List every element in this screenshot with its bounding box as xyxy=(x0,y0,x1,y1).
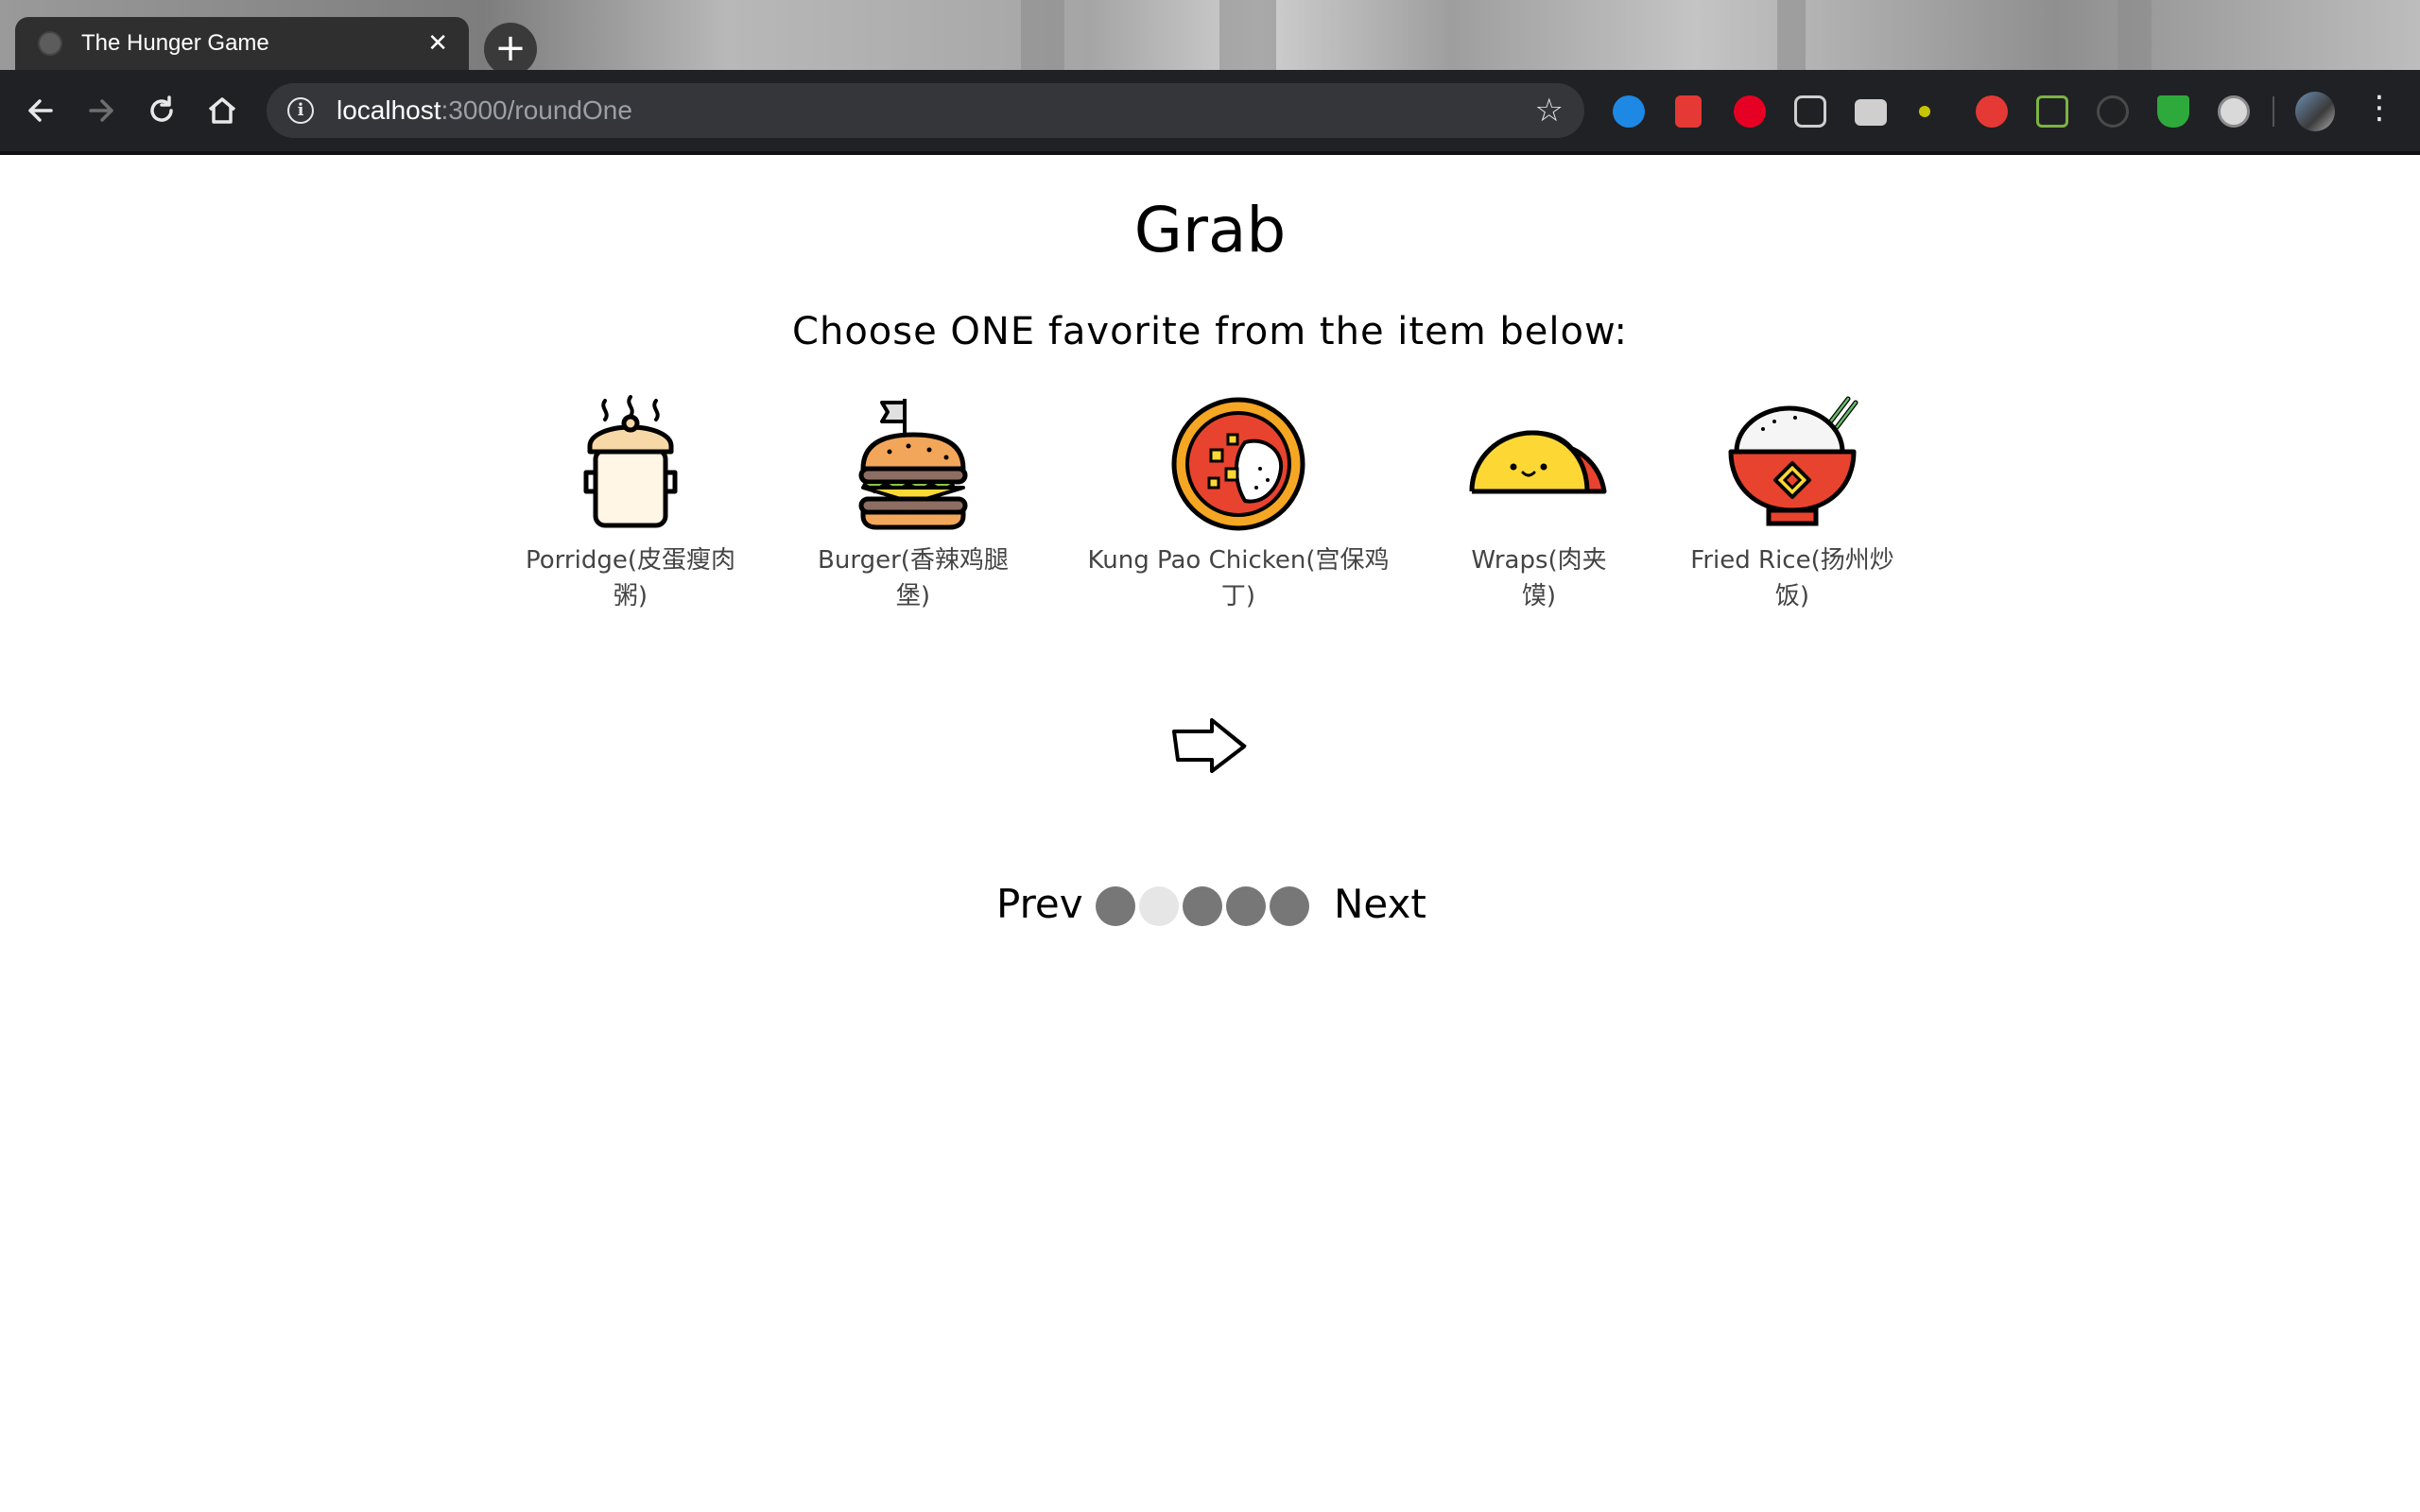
shield-icon[interactable] xyxy=(2157,95,2189,128)
forward-arrow-icon xyxy=(89,99,113,122)
food-label-line: 馍) xyxy=(1521,582,1557,610)
page-dot-5[interactable] xyxy=(1270,886,1309,926)
food-label: Burger(香辣鸡腿 堡) xyxy=(802,542,1025,614)
new-tab-button[interactable]: + xyxy=(484,23,537,70)
tab-strip: The Hunger Game ✕ + xyxy=(0,0,2420,70)
food-choice-list: Porridge(皮蛋瘦肉 粥) Burger(香辣鸡腿 堡) Kung Pao… xyxy=(0,393,2420,639)
browser-toolbar: i localhost:3000/roundOne ☆ ⋮ xyxy=(0,70,2420,155)
food-label-line: Kung Pao Chicken(宫保鸡 xyxy=(1087,546,1390,575)
food-label-line: Fried Rice(扬州炒 xyxy=(1690,546,1894,575)
prev-button[interactable]: Prev xyxy=(996,881,1083,927)
food-label-line: 饭) xyxy=(1774,582,1810,610)
food-option-porridge[interactable]: Porridge(皮蛋瘦肉 粥) xyxy=(510,393,751,614)
next-arrow-icon[interactable] xyxy=(1168,713,1252,781)
profile-avatar[interactable] xyxy=(2295,92,2335,131)
adblock-icon[interactable] xyxy=(1976,95,2008,128)
pocket-icon[interactable] xyxy=(1794,95,1826,128)
background-tree xyxy=(1777,0,1806,70)
toolbar-separator xyxy=(2273,96,2274,127)
browser-menu-icon[interactable]: ⋮ xyxy=(2363,89,2395,127)
bank-extension-icon[interactable] xyxy=(1613,95,1645,128)
food-label: Porridge(皮蛋瘦肉 粥) xyxy=(510,542,751,614)
forward-button[interactable] xyxy=(79,89,123,132)
food-label: Wraps(肉夹 馍) xyxy=(1454,542,1624,614)
page-dot-2[interactable] xyxy=(1139,886,1179,926)
bookmark-star-icon[interactable]: ☆ xyxy=(1535,92,1564,129)
reload-icon xyxy=(150,95,173,122)
page-dot-1[interactable] xyxy=(1096,886,1135,926)
food-label-line: Porridge(皮蛋瘦肉 xyxy=(526,546,735,575)
url-host: localhost xyxy=(337,95,441,125)
browser-tab[interactable]: The Hunger Game ✕ xyxy=(15,17,469,70)
background-tree xyxy=(2118,0,2152,70)
food-label-line: Wraps(肉夹 xyxy=(1471,546,1607,575)
reload-button[interactable] xyxy=(140,89,183,132)
home-icon xyxy=(208,97,236,124)
stopwatch-icon[interactable] xyxy=(2097,95,2129,128)
url-text[interactable]: localhost:3000/roundOne xyxy=(337,95,1535,126)
food-option-fried-rice[interactable]: Fried Rice(扬州炒 饭) xyxy=(1681,393,1904,614)
instruction-text: Choose ONE favorite from the item below: xyxy=(792,310,1628,353)
nodejs-icon[interactable] xyxy=(2036,95,2068,128)
food-option-kung-pao-chicken[interactable]: Kung Pao Chicken(宫保鸡 丁) xyxy=(1076,393,1401,614)
food-label-line: 堡) xyxy=(895,582,931,610)
cooking-pot-icon xyxy=(583,395,678,528)
close-tab-icon[interactable]: ✕ xyxy=(427,29,448,58)
address-bar[interactable]: i localhost:3000/roundOne ☆ xyxy=(267,83,1584,138)
background-tree xyxy=(1219,0,1276,70)
page-dot-4[interactable] xyxy=(1226,886,1266,926)
back-arrow-icon xyxy=(28,99,53,122)
site-info-icon[interactable]: i xyxy=(287,97,314,124)
tab-favicon-icon xyxy=(38,31,62,56)
camera-icon[interactable] xyxy=(1855,99,1887,126)
food-label-line: 粥) xyxy=(613,582,648,610)
back-button[interactable] xyxy=(19,89,62,132)
burger-icon xyxy=(858,399,968,530)
bookmark-extension-icon[interactable] xyxy=(1675,95,1702,128)
food-option-burger[interactable]: Burger(香辣鸡腿 堡) xyxy=(802,393,1025,614)
page-content: Grab Choose ONE favorite from the item b… xyxy=(0,151,2420,1512)
food-label: Kung Pao Chicken(宫保鸡 丁) xyxy=(1076,542,1401,614)
circle-extension-icon[interactable] xyxy=(2218,95,2250,128)
home-button[interactable] xyxy=(200,89,244,132)
background-tree xyxy=(1021,0,1064,70)
pagination: Prev Next xyxy=(0,879,2420,945)
food-label-line: 丁) xyxy=(1220,582,1256,610)
page-dot-3[interactable] xyxy=(1183,886,1222,926)
food-label-line: Burger(香辣鸡腿 xyxy=(818,546,1009,575)
pinterest-icon[interactable] xyxy=(1734,95,1766,128)
url-path: :3000/roundOne xyxy=(441,95,632,125)
kung-pao-plate-icon xyxy=(1171,397,1305,531)
tab-title: The Hunger Game xyxy=(81,30,269,56)
page-title: Grab xyxy=(1133,194,1287,266)
next-button[interactable]: Next xyxy=(1334,881,1426,927)
lightbulb-icon[interactable] xyxy=(1919,106,1930,117)
food-label: Fried Rice(扬州炒 饭) xyxy=(1681,542,1904,614)
rice-bowl-icon xyxy=(1728,396,1858,526)
food-option-wraps[interactable]: Wraps(肉夹 馍) xyxy=(1454,393,1624,614)
taco-wrap-icon xyxy=(1469,430,1607,494)
